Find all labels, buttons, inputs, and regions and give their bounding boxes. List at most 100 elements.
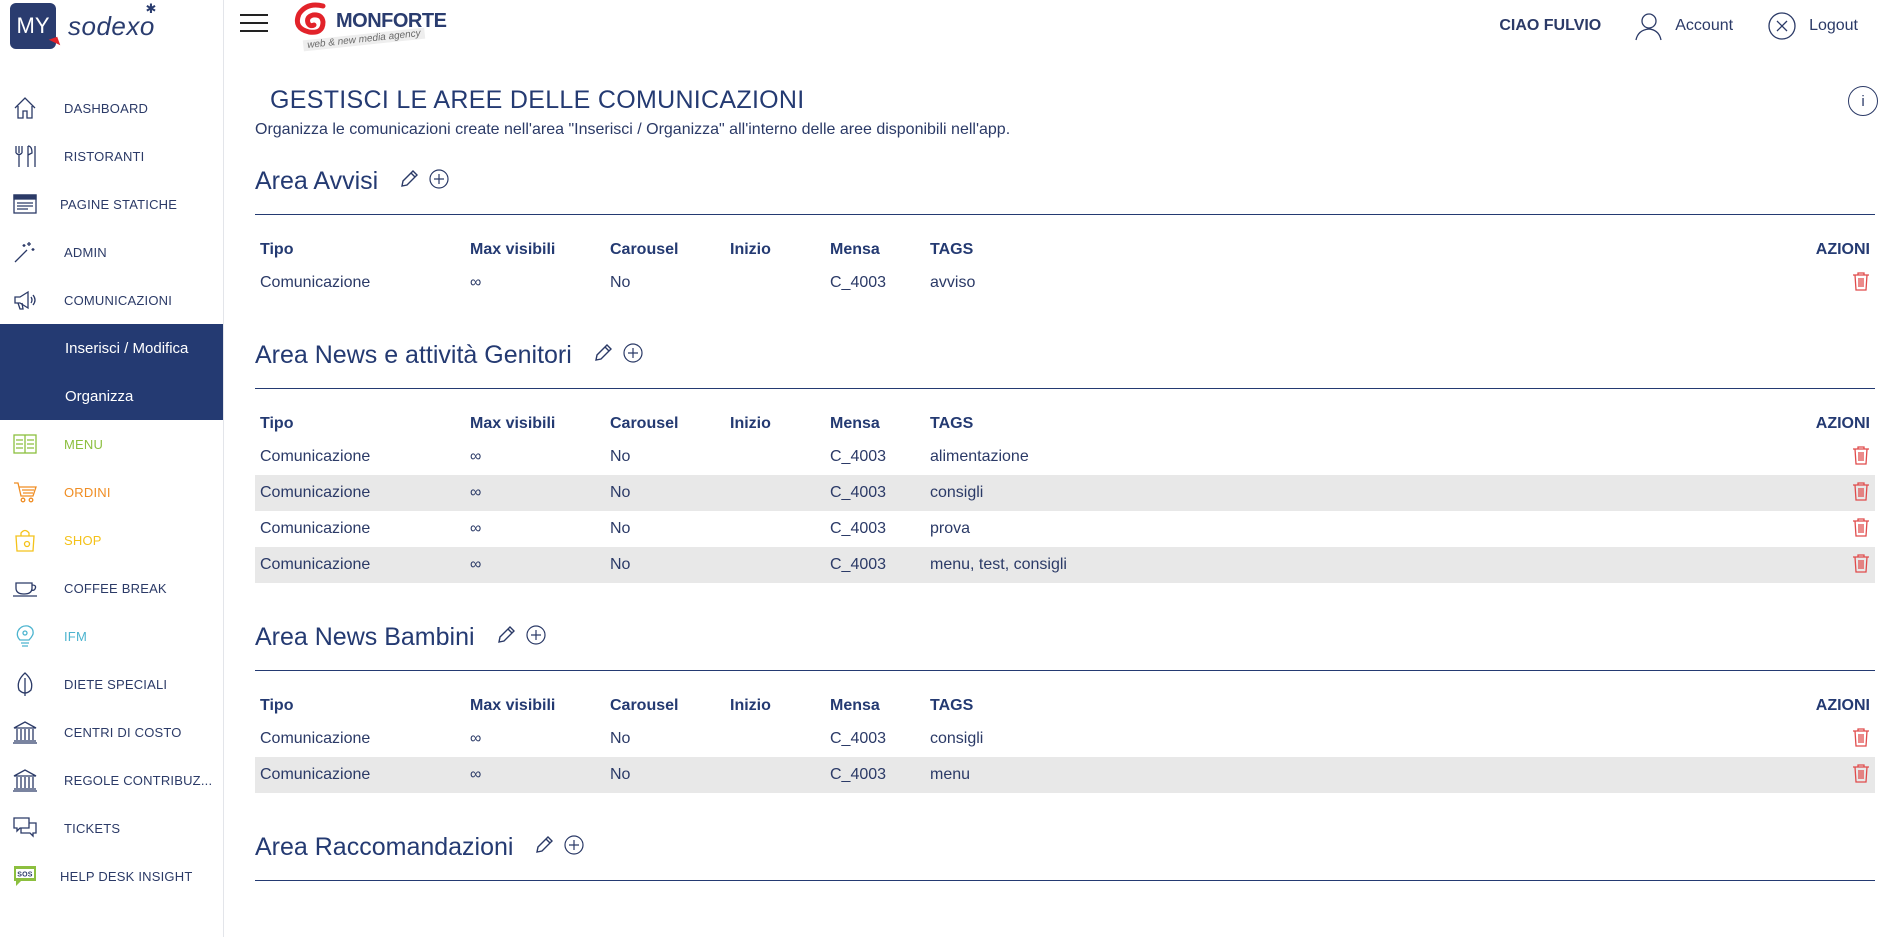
col-header-carousel: Carousel: [610, 415, 679, 432]
col-header-azioni: AZIONI: [1815, 415, 1870, 432]
col-header-inizio: Inizio: [730, 241, 771, 258]
app-logo[interactable]: MY sodexo ✱: [10, 0, 156, 52]
table-row[interactable]: Comunicazione ∞ No C_4003 consigli: [255, 475, 1875, 511]
edit-pencil-icon[interactable]: [533, 834, 555, 861]
sidebar-item-label: HELP DESK INSIGHT: [60, 868, 193, 884]
sidebar-item-ordini[interactable]: ORDINI: [0, 468, 223, 516]
my-badge: MY: [10, 3, 61, 49]
trash-icon[interactable]: [1852, 763, 1870, 788]
hamburger-menu-button[interactable]: [240, 14, 268, 36]
cell-azioni: [1586, 547, 1875, 583]
col-header-max: Max visibili: [470, 415, 556, 432]
page-icon: [12, 191, 38, 217]
sidebar-item-coffee-break[interactable]: COFFEE BREAK: [0, 564, 223, 612]
trash-icon[interactable]: [1852, 517, 1870, 542]
col-header-max: Max visibili: [470, 241, 556, 258]
table-header-row: Tipo Max visibili Carousel Inizio Mensa TAGS A…: [255, 691, 1875, 721]
cell-mensa: C_4003: [825, 475, 925, 511]
sidebar-item-label: CENTRI DI COSTO: [64, 724, 182, 740]
add-circle-icon[interactable]: [525, 624, 547, 651]
cell-inizio: [725, 265, 825, 301]
hamburger-line: [240, 14, 268, 16]
cell-tipo: Comunicazione: [260, 274, 371, 291]
sidebar-item-comunicazioni[interactable]: COMUNICAZIONI: [0, 276, 223, 324]
edit-pencil-icon[interactable]: [495, 624, 517, 651]
sidebar-item-label: DASHBOARD: [64, 100, 149, 116]
svg-text:SOS: SOS: [17, 872, 33, 879]
sidebar-subitem-organizza[interactable]: Organizza: [0, 372, 223, 420]
col-header-mensa: Mensa: [830, 697, 880, 714]
trash-icon[interactable]: [1852, 445, 1870, 470]
cell-tags: menu, test, consigli: [925, 547, 1587, 583]
cell-azioni: [1396, 757, 1875, 793]
col-header-tipo: Tipo: [260, 415, 294, 432]
table-row[interactable]: Comunicazione ∞ No C_4003 menu: [255, 757, 1875, 793]
table-row[interactable]: Comunicazione ∞ No C_4003 consigli: [255, 721, 1875, 757]
area-title: Area News Bambini: [255, 622, 475, 651]
sidebar-item-label: RISTORANTI: [64, 148, 145, 164]
area-title: Area Raccomandazioni: [255, 832, 514, 861]
sidebar-item-admin[interactable]: ADMIN: [0, 228, 223, 276]
account-link[interactable]: Account: [1633, 11, 1733, 41]
hamburger-line: [240, 22, 268, 24]
sidebar-item-help-desk-insight[interactable]: SOS HELP DESK INSIGHT: [0, 852, 223, 900]
logout-link[interactable]: Logout: [1767, 11, 1858, 41]
sidebar-item-label: COMUNICAZIONI: [64, 292, 173, 308]
sidebar-item-label: MENU: [64, 436, 104, 452]
cell-tipo: Comunicazione: [255, 757, 465, 793]
sidebar-item-label: DIETE SPECIALI: [64, 676, 168, 692]
cell-carousel: No: [610, 448, 631, 465]
area-section: Area Raccomandazioni: [255, 827, 1875, 881]
sidebar-item-regole-contribuzione[interactable]: REGOLE CONTRIBUZ...: [0, 756, 223, 804]
cell-mensa: C_4003: [825, 757, 925, 793]
chat-icon: [12, 815, 38, 841]
sidebar-item-menu[interactable]: MENU: [0, 420, 223, 468]
sidebar-subitem-inserisci-modifica[interactable]: Inserisci / Modifica: [0, 324, 223, 372]
sidebar-item-tickets[interactable]: TICKETS: [0, 804, 223, 852]
trash-icon[interactable]: [1852, 727, 1870, 752]
cell-max: ∞: [470, 730, 482, 747]
sidebar-item-ifm[interactable]: IFM: [0, 612, 223, 660]
add-circle-icon[interactable]: [563, 834, 585, 861]
cell-max: ∞: [470, 274, 482, 291]
sidebar-item-dashboard[interactable]: DASHBOARD: [0, 84, 223, 132]
sidebar-item-centri-di-costo[interactable]: CENTRI DI COSTO: [0, 708, 223, 756]
swirl-logo-icon: [294, 2, 326, 35]
edit-pencil-icon[interactable]: [592, 342, 614, 369]
table-row[interactable]: Comunicazione ∞ No C_4003 avviso: [255, 265, 1875, 301]
col-header-carousel: Carousel: [610, 241, 679, 258]
cell-azioni: [1365, 265, 1875, 301]
user-bar: CIAO FULVIO Account Logout: [1499, 8, 1858, 44]
wand-icon: [12, 239, 38, 265]
edit-pencil-icon[interactable]: [398, 168, 420, 195]
area-divider: [255, 880, 1875, 881]
area-title: Area News e attività Genitori: [255, 340, 572, 369]
area-header: Area Avvisi: [255, 161, 1875, 201]
info-button[interactable]: i: [1848, 86, 1878, 116]
area-title: Area Avvisi: [255, 166, 379, 195]
table-row[interactable]: Comunicazione ∞ No C_4003 alimentazione: [255, 439, 1875, 475]
sidebar-item-diete-speciali[interactable]: DIETE SPECIALI: [0, 660, 223, 708]
table-row[interactable]: Comunicazione ∞ No C_4003 prova: [255, 511, 1875, 547]
area-header: Area News Bambini: [255, 617, 1875, 657]
col-header-azioni: AZIONI: [1815, 241, 1870, 258]
cell-tipo: Comunicazione: [260, 448, 371, 465]
trash-icon[interactable]: [1852, 271, 1870, 296]
bank-icon: [12, 719, 38, 745]
sodexo-logo: sodexo ✱: [68, 1, 156, 42]
sidebar-item-ristoranti[interactable]: RISTORANTI: [0, 132, 223, 180]
sidebar-nav: DASHBOARD RISTORANTI PAGINE STATICHE ADM…: [0, 84, 223, 900]
sidebar-item-shop[interactable]: SHOP: [0, 516, 223, 564]
trash-icon[interactable]: [1852, 481, 1870, 506]
bulb-icon: [12, 623, 38, 649]
cell-carousel: No: [605, 547, 725, 583]
cell-mensa: C_4003: [825, 547, 925, 583]
add-circle-icon[interactable]: [428, 168, 450, 195]
main-content: GESTISCI LE AREE DELLE COMUNICAZIONI i O…: [255, 86, 1878, 881]
sidebar: MY sodexo ✱ DASHBOARD RISTORANTI PAGINE …: [0, 0, 224, 937]
add-circle-icon[interactable]: [622, 342, 644, 369]
cell-inizio: [725, 721, 825, 757]
table-row[interactable]: Comunicazione ∞ No C_4003 menu, test, consig…: [255, 547, 1875, 583]
trash-icon[interactable]: [1852, 553, 1870, 578]
sidebar-item-pagine-statiche[interactable]: PAGINE STATICHE: [0, 180, 223, 228]
